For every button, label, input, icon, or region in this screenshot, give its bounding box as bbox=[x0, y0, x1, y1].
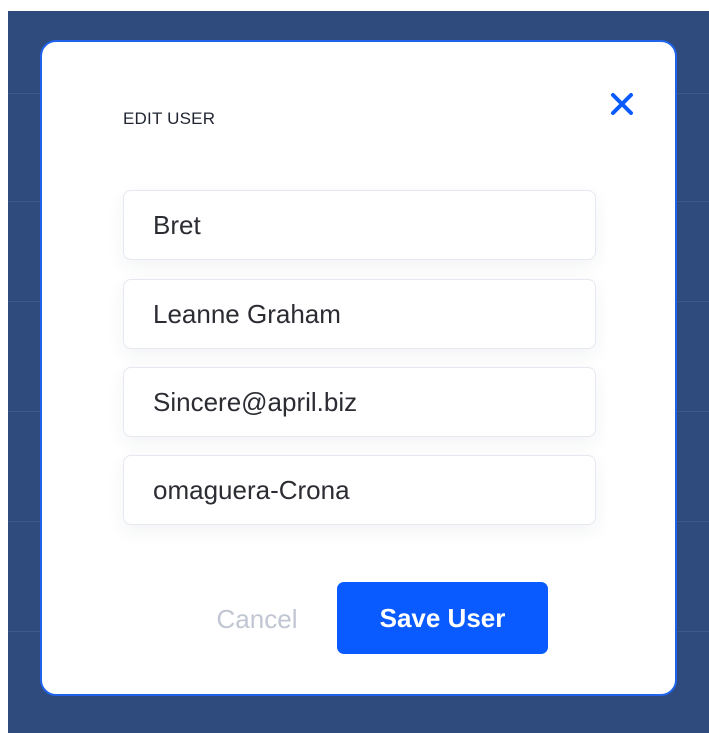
email-input[interactable] bbox=[123, 367, 596, 437]
save-user-button[interactable]: Save User bbox=[337, 582, 548, 654]
modal-title: EDIT USER bbox=[123, 109, 216, 128]
username-input[interactable] bbox=[123, 190, 596, 260]
close-icon bbox=[611, 93, 633, 115]
cancel-button[interactable]: Cancel bbox=[192, 584, 322, 655]
company-input[interactable] bbox=[123, 455, 596, 525]
edit-user-modal: EDIT USER Cancel Save User bbox=[40, 40, 677, 696]
name-input[interactable] bbox=[123, 279, 596, 349]
close-button[interactable] bbox=[604, 86, 640, 122]
